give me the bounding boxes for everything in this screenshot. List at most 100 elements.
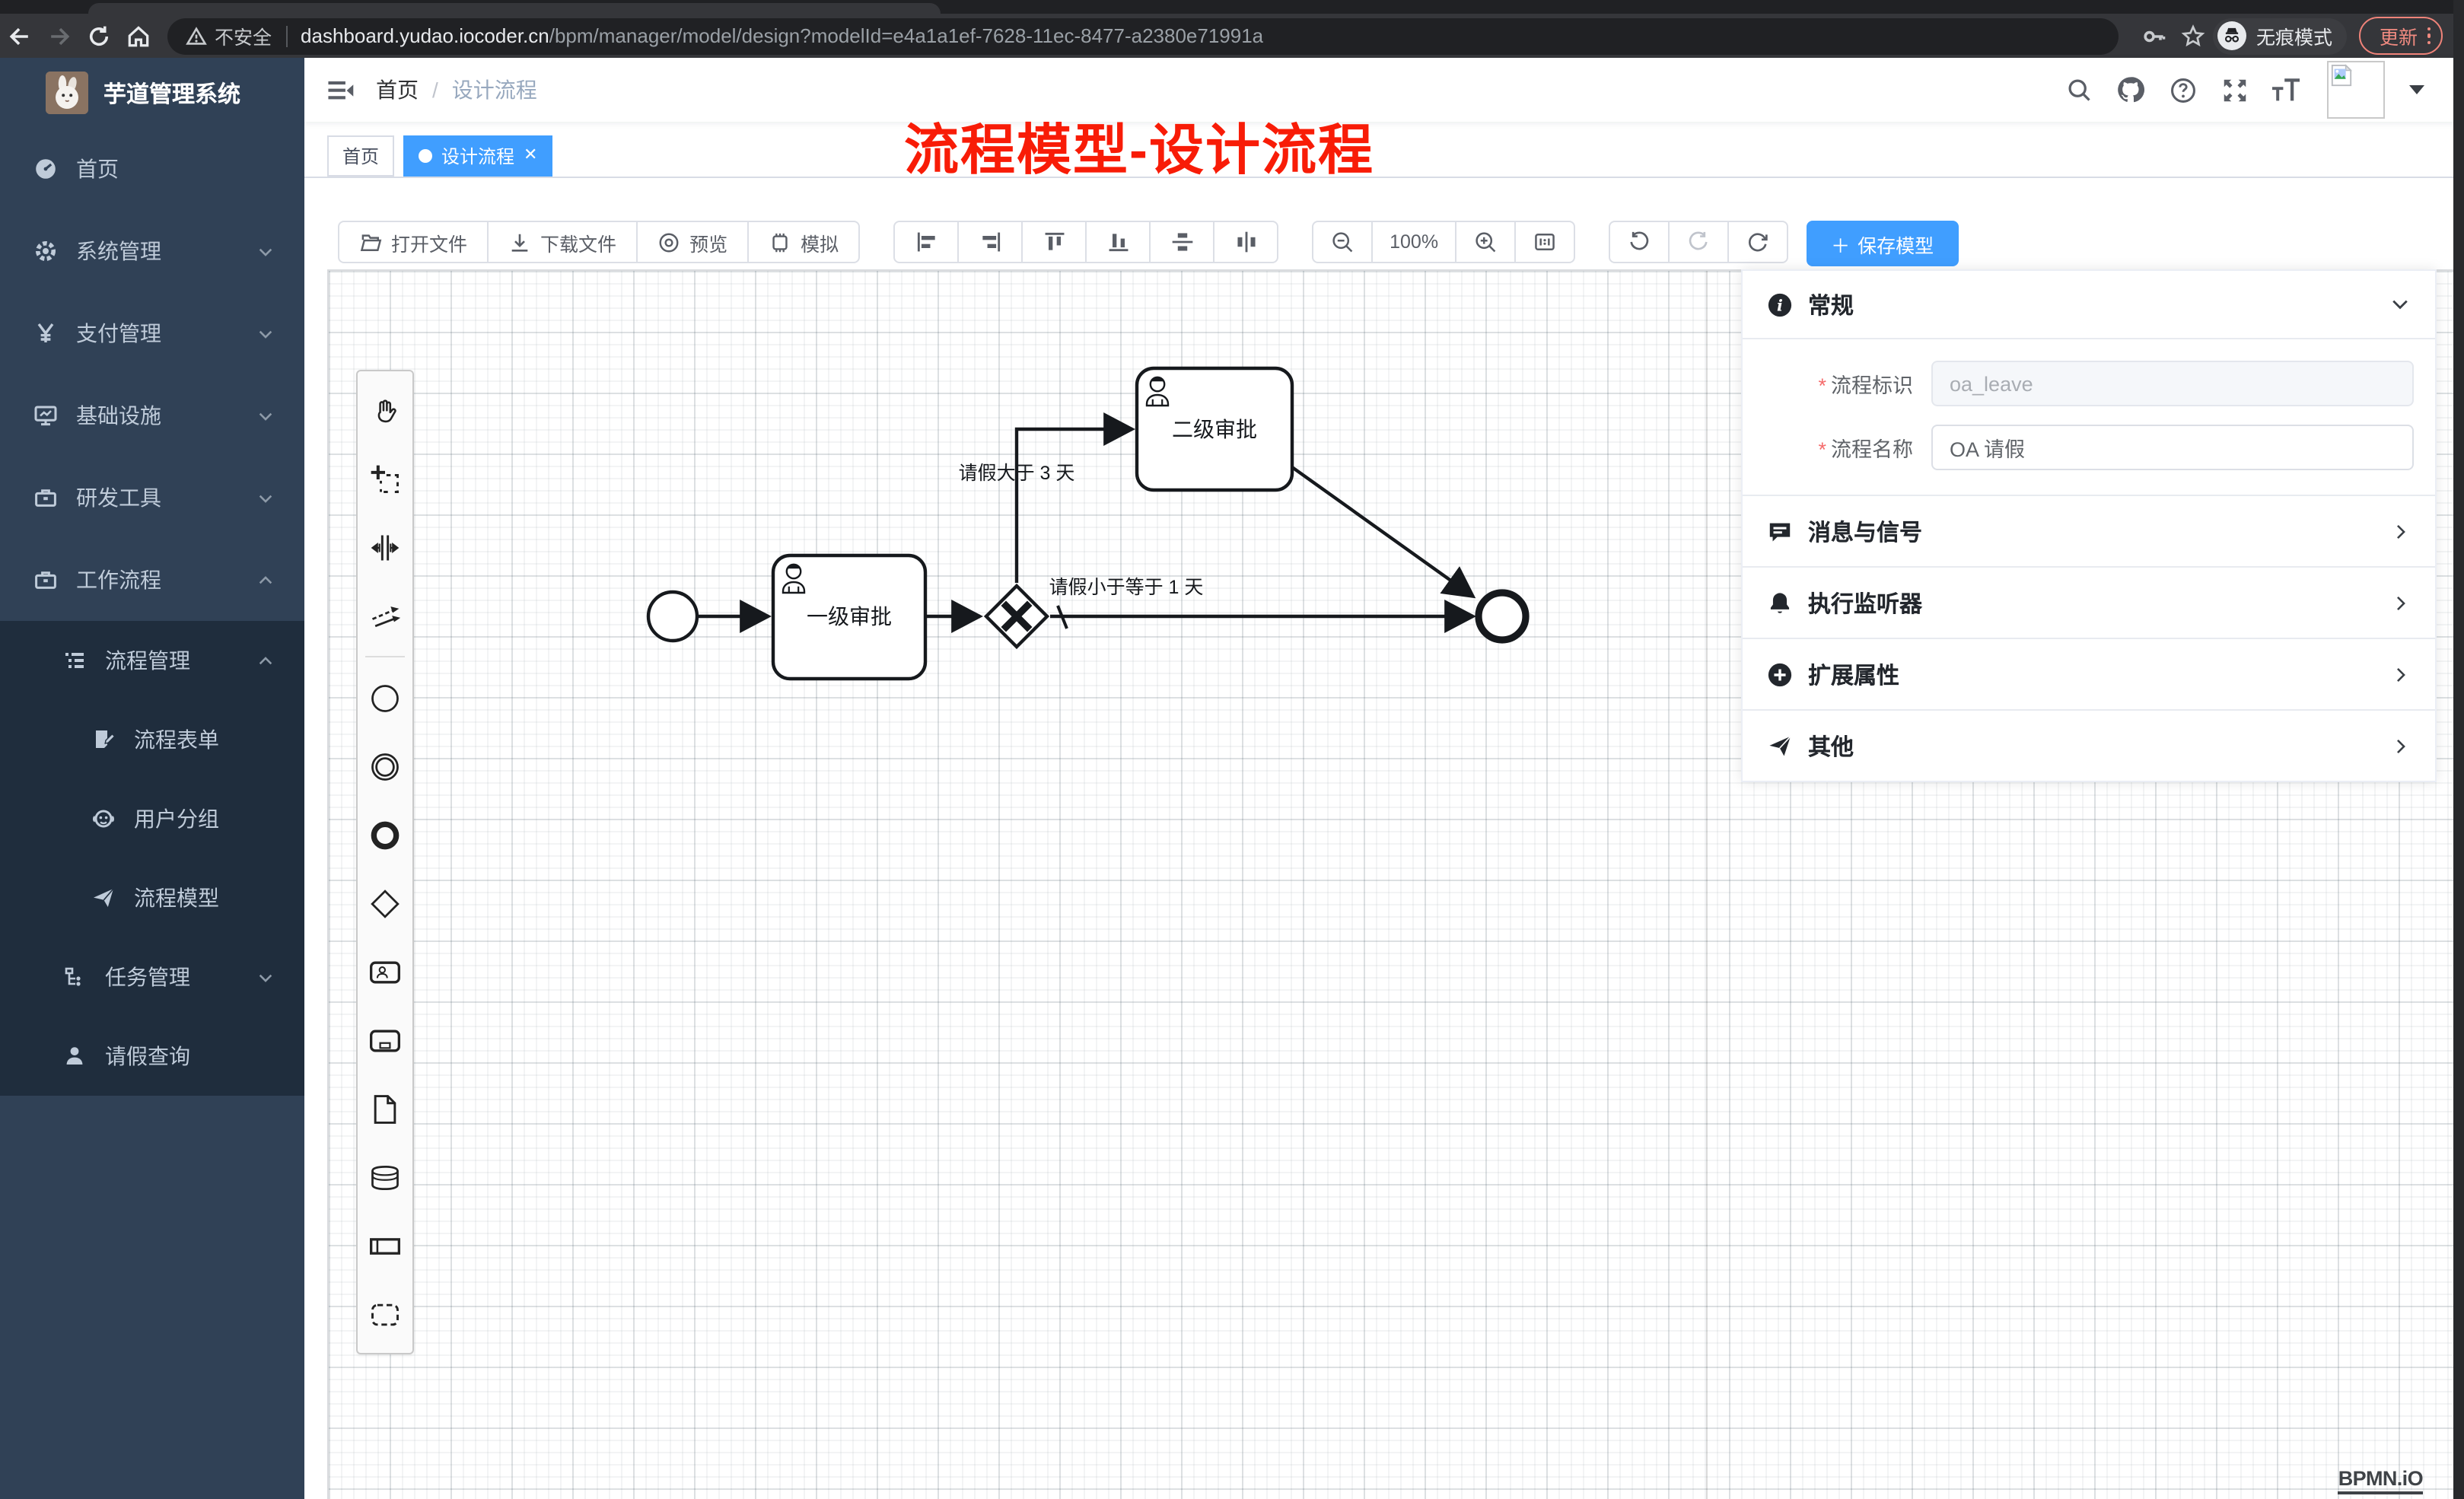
align-center-button[interactable] bbox=[1213, 221, 1278, 263]
tag-home[interactable]: 首页 bbox=[327, 135, 394, 177]
flow-gateway-task2[interactable] bbox=[1017, 429, 1132, 583]
end-event[interactable] bbox=[1479, 593, 1526, 640]
zoom-in-button[interactable] bbox=[1455, 221, 1516, 263]
sidebar-item-process-mgmt[interactable]: 流程管理 bbox=[0, 621, 304, 700]
flow-gt-label[interactable]: 请假大于 3 天 bbox=[959, 463, 1075, 484]
briefcase-icon bbox=[33, 568, 58, 592]
sidebar-logo[interactable]: 芋道管理系统 bbox=[0, 58, 304, 128]
incognito-icon bbox=[2218, 21, 2247, 50]
workflow-submenu: 流程管理 流程表单 用户分组 流程模型 bbox=[0, 621, 304, 1096]
sidebar-item-process-form[interactable]: 流程表单 bbox=[0, 700, 304, 779]
avatar-dropdown-caret[interactable] bbox=[2409, 85, 2424, 94]
zoom-reset-button[interactable] bbox=[1514, 221, 1575, 263]
sidebar-toggle[interactable] bbox=[304, 75, 376, 104]
home-button[interactable] bbox=[119, 16, 158, 56]
sidebar-item-system[interactable]: 系统管理 bbox=[0, 210, 304, 292]
help-icon[interactable] bbox=[2163, 70, 2202, 110]
sidebar-item-workflow[interactable]: 工作流程 bbox=[0, 539, 304, 621]
sidebar-item-process-model[interactable]: 流程模型 bbox=[0, 858, 304, 937]
redo-button[interactable] bbox=[1668, 221, 1729, 263]
sidebar-item-home[interactable]: 首页 bbox=[0, 128, 304, 210]
section-other[interactable]: 其他 bbox=[1743, 709, 2435, 781]
align-left-button[interactable] bbox=[893, 221, 959, 263]
create-group[interactable] bbox=[358, 1280, 412, 1348]
process-key-row: *流程标识 bbox=[1743, 352, 2435, 415]
restart-button[interactable] bbox=[1727, 221, 1788, 263]
create-user-task[interactable] bbox=[358, 937, 412, 1006]
tag-design-process[interactable]: 设计流程 ✕ bbox=[403, 135, 552, 177]
github-icon[interactable] bbox=[2111, 70, 2150, 110]
sidebar-item-infra[interactable]: 基础设施 bbox=[0, 374, 304, 457]
task2-label: 二级审批 bbox=[1172, 418, 1257, 441]
simulate-button[interactable]: 模拟 bbox=[747, 221, 860, 263]
flow-le-label[interactable]: 请假小于等于 1 天 bbox=[1049, 577, 1204, 598]
search-icon[interactable] bbox=[2059, 70, 2099, 110]
zoom-button-group: 100% bbox=[1312, 221, 1575, 263]
bpmn-io-link[interactable]: BPMN.iO bbox=[2338, 1467, 2423, 1494]
passwords-icon[interactable] bbox=[2135, 16, 2174, 56]
bpmn-diagram[interactable]: 一级审批 请假大于 3 天 bbox=[329, 271, 1706, 910]
sidebar-item-leave-query[interactable]: 请假查询 bbox=[0, 1017, 304, 1096]
chrome-menu-icon[interactable] bbox=[2427, 27, 2431, 45]
url-text[interactable]: dashboard.yudao.iocoder.cn/bpm/manager/m… bbox=[301, 24, 1263, 47]
create-subprocess[interactable] bbox=[358, 1006, 412, 1074]
security-chip[interactable]: 不安全 bbox=[186, 21, 272, 50]
sidebar: 芋道管理系统 首页 系统管理 支付管理 基础设施 bbox=[0, 58, 304, 1499]
sidebar-item-label: 首页 bbox=[76, 154, 119, 184]
section-general[interactable]: i 常规 bbox=[1743, 271, 2435, 338]
sidebar-item-task-mgmt[interactable]: 任务管理 bbox=[0, 937, 304, 1017]
chevron-down-icon bbox=[2389, 294, 2411, 315]
section-title: 常规 bbox=[1808, 288, 1854, 320]
open-file-button[interactable]: 打开文件 bbox=[338, 221, 489, 263]
zoom-out-button[interactable] bbox=[1312, 221, 1373, 263]
process-name-label: *流程名称 bbox=[1755, 432, 1913, 463]
breadcrumb-home[interactable]: 首页 bbox=[376, 75, 419, 105]
section-extended-attrs[interactable]: 扩展属性 bbox=[1743, 638, 2435, 709]
section-execution-listener[interactable]: 执行监听器 bbox=[1743, 566, 2435, 638]
create-data-store[interactable] bbox=[358, 1143, 412, 1211]
chevron-down-icon bbox=[257, 489, 274, 506]
sidebar-item-devtools[interactable]: 研发工具 bbox=[0, 457, 304, 539]
align-bottom-button[interactable] bbox=[1085, 221, 1151, 263]
download-file-button[interactable]: 下载文件 bbox=[487, 221, 638, 263]
sidebar-item-user-group[interactable]: 用户分组 bbox=[0, 779, 304, 858]
sidebar-item-payment[interactable]: 支付管理 bbox=[0, 292, 304, 374]
align-middle-button[interactable] bbox=[1149, 221, 1214, 263]
zoom-level-value: 100% bbox=[1390, 231, 1438, 253]
forward-button[interactable] bbox=[40, 16, 79, 56]
flow-task2-end[interactable] bbox=[1292, 467, 1473, 597]
avatar[interactable] bbox=[2327, 61, 2385, 119]
section-message-signal[interactable]: 消息与信号 bbox=[1743, 495, 2435, 566]
align-left-icon bbox=[914, 230, 938, 254]
org-tree-icon bbox=[62, 965, 87, 989]
reload-button[interactable] bbox=[79, 16, 119, 56]
window-scrollbar[interactable] bbox=[2453, 0, 2464, 1499]
create-participant[interactable] bbox=[358, 1211, 412, 1280]
omnibox-divider bbox=[285, 25, 287, 46]
general-form: *流程标识 *流程名称 bbox=[1743, 338, 2435, 495]
chevron-right-icon bbox=[2391, 593, 2411, 613]
start-event[interactable] bbox=[648, 592, 697, 641]
preview-button[interactable]: 预览 bbox=[636, 221, 749, 263]
app-title: 芋道管理系统 bbox=[103, 77, 240, 109]
align-top-button[interactable] bbox=[1021, 221, 1087, 263]
paper-plane-icon bbox=[91, 886, 116, 910]
chrome-update-button[interactable]: 更新 bbox=[2360, 17, 2443, 55]
chip-icon bbox=[769, 231, 791, 253]
sidebar-item-label: 流程管理 bbox=[105, 645, 190, 676]
save-model-button[interactable]: ＋ 保存模型 bbox=[1807, 221, 1958, 266]
bpmn-canvas[interactable]: 一级审批 请假大于 3 天 bbox=[327, 269, 2453, 1499]
process-name-input[interactable] bbox=[1931, 425, 2414, 470]
fullscreen-icon[interactable] bbox=[2214, 70, 2254, 110]
font-size-icon[interactable] bbox=[2266, 70, 2306, 110]
browser-tab[interactable] bbox=[88, 3, 941, 14]
create-data-object[interactable] bbox=[358, 1074, 412, 1143]
properties-panel: i 常规 *流程标识 *流程名称 消息与信号 bbox=[1741, 269, 2437, 782]
close-icon[interactable]: ✕ bbox=[524, 148, 537, 164]
url-bar[interactable]: 不安全 dashboard.yudao.iocoder.cn/bpm/manag… bbox=[167, 18, 2119, 54]
bookmark-star-icon[interactable] bbox=[2174, 16, 2214, 56]
undo-button[interactable] bbox=[1609, 221, 1670, 263]
process-key-input[interactable] bbox=[1931, 361, 2414, 406]
align-right-button[interactable] bbox=[957, 221, 1023, 263]
back-button[interactable] bbox=[0, 16, 40, 56]
